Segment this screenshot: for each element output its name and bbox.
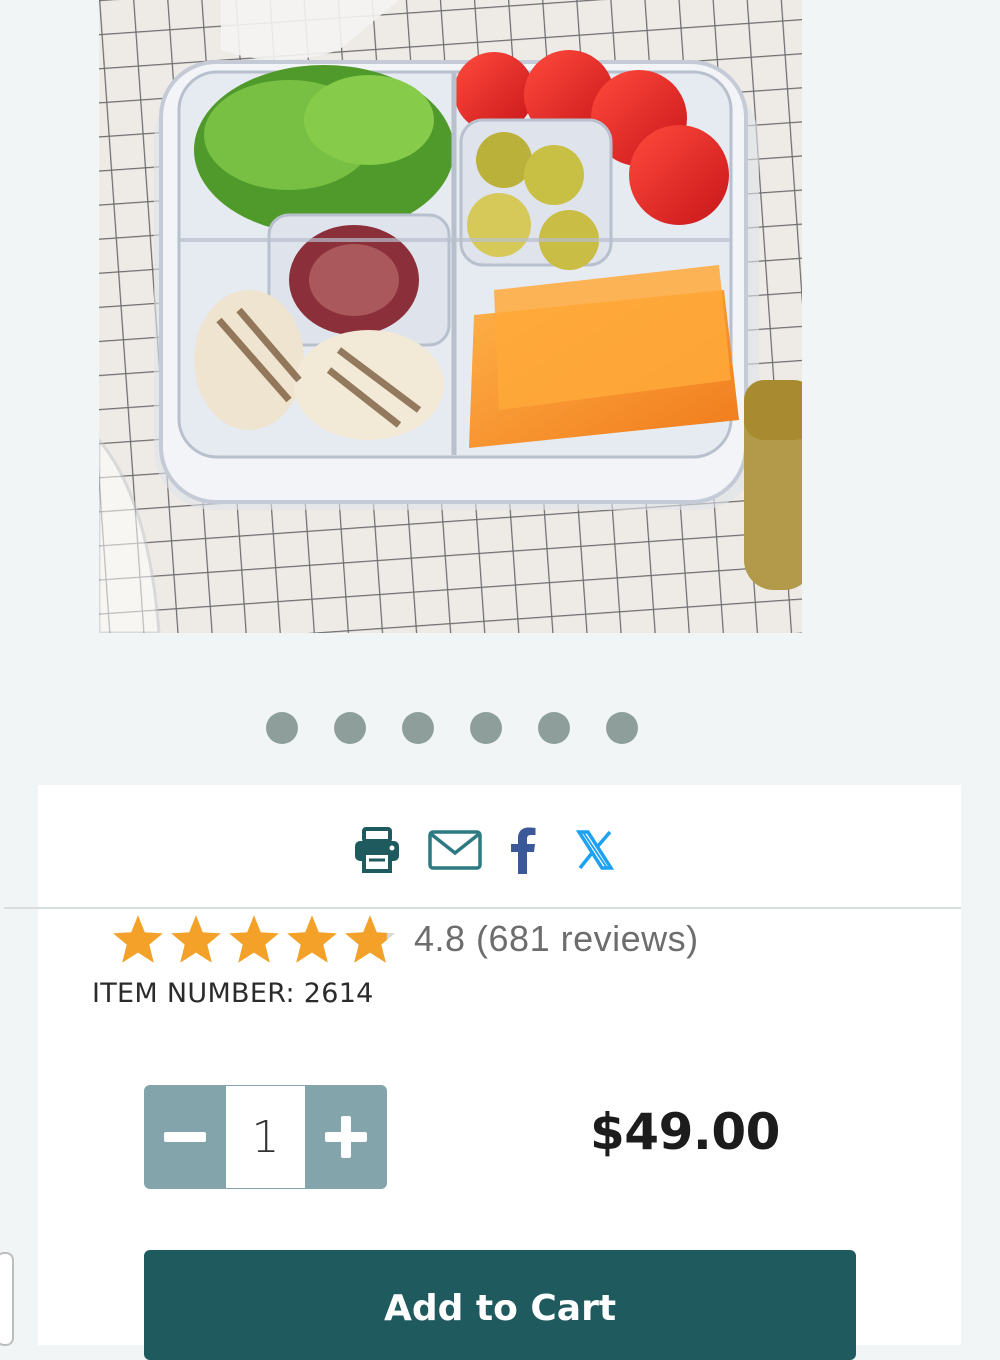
- product-info-card: 4.8 (681 reviews) ITEM NUMBER: 2614 1 $4…: [4, 785, 961, 1360]
- add-to-cart-label: Add to Cart: [383, 1288, 617, 1329]
- rating[interactable]: 4.8 (681 reviews): [110, 913, 699, 965]
- decrease-quantity-button[interactable]: [144, 1085, 226, 1189]
- star-icon: [229, 915, 279, 963]
- carousel-dot-5[interactable]: [538, 712, 570, 744]
- carousel-dot-3[interactable]: [402, 712, 434, 744]
- facebook-icon[interactable]: [508, 826, 538, 874]
- price: $49.00: [590, 1103, 780, 1161]
- quantity-input[interactable]: 1: [226, 1086, 305, 1188]
- star-icon: [113, 915, 163, 963]
- star-icon: [171, 915, 221, 963]
- star-icon: [287, 915, 337, 963]
- item-number: ITEM NUMBER: 2614: [92, 978, 374, 1009]
- carousel-dot-6[interactable]: [606, 712, 638, 744]
- carousel-dot-2[interactable]: [334, 712, 366, 744]
- carousel-dot-4[interactable]: [470, 712, 502, 744]
- rating-text[interactable]: 4.8 (681 reviews): [414, 918, 699, 960]
- minus-icon: [164, 1132, 206, 1142]
- plus-icon: [325, 1116, 367, 1158]
- email-icon[interactable]: [427, 830, 482, 870]
- carousel-dot-1[interactable]: [266, 712, 298, 744]
- add-to-cart-button[interactable]: Add to Cart: [144, 1250, 856, 1360]
- star-rating: [110, 913, 398, 965]
- increase-quantity-button[interactable]: [305, 1085, 387, 1189]
- share-bar: [4, 785, 961, 909]
- x-icon[interactable]: [575, 830, 614, 870]
- carousel-dots: [0, 712, 952, 744]
- product-image[interactable]: [99, 0, 802, 633]
- print-icon[interactable]: [352, 827, 402, 873]
- left-edge-tab[interactable]: [0, 1252, 14, 1346]
- star-partial-icon: [345, 915, 395, 963]
- quantity-stepper: 1: [144, 1085, 387, 1189]
